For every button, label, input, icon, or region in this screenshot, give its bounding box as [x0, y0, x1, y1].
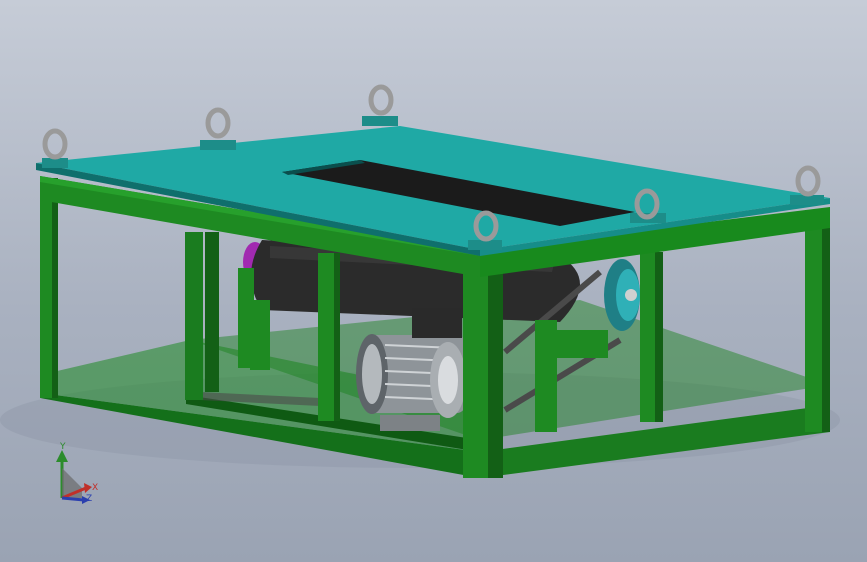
x-axis-label: X: [92, 483, 99, 493]
z-axis-label: Z: [86, 494, 93, 504]
z-axis-arrow: [61, 496, 85, 502]
y-axis-label: Y: [60, 442, 66, 452]
lifting-eye-5: [790, 165, 824, 205]
orientation-triad[interactable]: [40, 438, 110, 508]
lifting-eye-3: [362, 84, 398, 126]
lifting-eye-1: [42, 128, 68, 168]
lifting-eye-2: [200, 107, 236, 150]
machine-model[interactable]: [0, 0, 867, 562]
cad-viewport[interactable]: Y X Z: [0, 0, 867, 562]
